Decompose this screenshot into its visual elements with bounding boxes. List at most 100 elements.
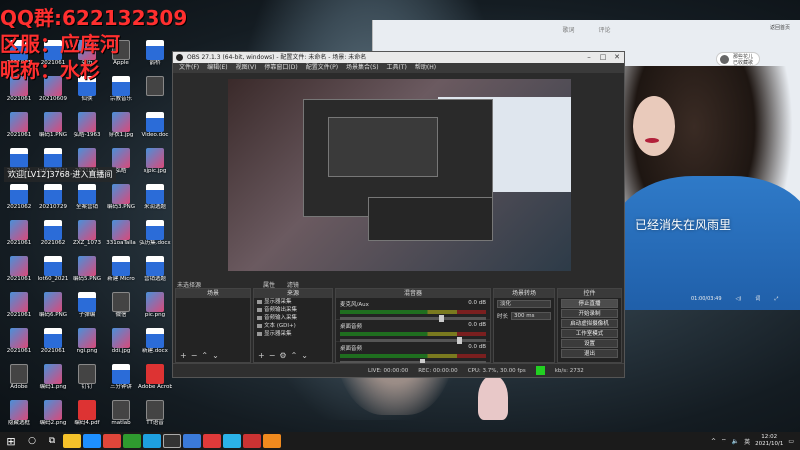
- desktop-icon[interactable]: ZXZ_1073: [70, 220, 104, 247]
- notification-icon[interactable]: ▭: [788, 438, 794, 445]
- source-item[interactable]: 文本 (GDI+): [254, 322, 332, 330]
- volume-slider[interactable]: [340, 315, 486, 322]
- sources-dock-buttons[interactable]: +−⚙⌃⌄: [258, 351, 312, 360]
- control-button[interactable]: 开始录制: [561, 309, 618, 318]
- word-icon[interactable]: [183, 434, 201, 448]
- desktop-icon[interactable]: 2021061: [2, 292, 36, 319]
- volume-slider[interactable]: [340, 337, 486, 344]
- control-button[interactable]: 退出: [561, 349, 618, 358]
- music-home-link[interactable]: 返回首页: [770, 24, 790, 31]
- source-item[interactable]: 音频输入采集: [254, 314, 332, 322]
- desktop-icon[interactable]: 2021061: [2, 328, 36, 355]
- source-item[interactable]: 显示器采集: [254, 298, 332, 306]
- fullscreen-icon[interactable]: ⤢: [774, 296, 778, 302]
- desktop-icon[interactable]: 弘历集.docx: [138, 220, 172, 247]
- sources-list[interactable]: 显示器采集 音频输出采集 音频输入采集 文本 (GDI+) 显示器采集: [254, 298, 332, 338]
- desktop-icon[interactable]: Adobe Acrobat DC: [138, 364, 172, 391]
- desktop-icon[interactable]: 米润选题: [138, 184, 172, 211]
- dingtalk-icon[interactable]: [223, 434, 241, 448]
- transition-duration-row[interactable]: 时长 300 ms: [494, 310, 554, 322]
- edge-icon[interactable]: [83, 434, 101, 448]
- obs-window[interactable]: OBS 27.1.3 (64-bit, windows) - 配置文件: 未命名…: [172, 51, 625, 378]
- menu-item[interactable]: 帮助(H): [415, 63, 436, 73]
- menu-item[interactable]: 场景集合(S): [346, 63, 379, 73]
- obs-taskbar-icon[interactable]: [163, 434, 181, 448]
- desktop-icon[interactable]: 2021062: [36, 220, 70, 247]
- tab-comments[interactable]: 评论: [599, 20, 611, 42]
- qq-icon[interactable]: [143, 434, 161, 448]
- lyric-toggle-icon[interactable]: 词: [755, 295, 760, 302]
- sources-dock[interactable]: 来源 显示器采集 音频输出采集 音频输入采集 文本 (GDI+) 显示器采集 +−⚙⌃⌄: [253, 288, 333, 363]
- desktop-icon[interactable]: 编码2.png: [36, 400, 70, 427]
- desktop-icon[interactable]: 微信: [104, 292, 138, 319]
- desktop-icon[interactable]: 子弹编: [70, 292, 104, 319]
- menu-item[interactable]: 配置文件(P): [306, 63, 338, 73]
- wechat-icon[interactable]: [123, 434, 141, 448]
- mixer-track[interactable]: 桌面音频 0.0 dB: [336, 320, 490, 344]
- mixer-track[interactable]: 麦克风/Aux 0.0 dB: [336, 298, 490, 322]
- source-item[interactable]: 显示器采集: [254, 330, 332, 338]
- file-explorer-icon[interactable]: [63, 434, 81, 448]
- desktop-icon[interactable]: 编码1.PNG: [36, 112, 70, 139]
- desktop-icon[interactable]: 2021061: [36, 328, 70, 355]
- scenes-dock[interactable]: 场景 +−⌃⌄: [175, 288, 251, 363]
- desktop-icon[interactable]: 弘皓-1963: [70, 112, 104, 139]
- menu-item[interactable]: 停靠窗口(D): [264, 63, 297, 73]
- music-app-icon[interactable]: [203, 434, 221, 448]
- scenes-dock-buttons[interactable]: +−⌃⌄: [180, 351, 223, 360]
- clock[interactable]: 12:02 2021/10/1: [755, 434, 783, 448]
- volume-tray-icon[interactable]: 🔈: [732, 438, 739, 445]
- mixer-dock[interactable]: 混音器 麦克风/Aux 0.0 dB 桌面音频 0.0 dB 桌面音频 0.0 dB: [335, 288, 491, 366]
- search-icon[interactable]: ○: [22, 436, 42, 446]
- acrobat-icon[interactable]: [243, 434, 261, 448]
- desktop-icon[interactable]: 新建.docx: [138, 328, 172, 355]
- desktop-icon[interactable]: Video.doc: [138, 112, 172, 139]
- volume-slider-knob[interactable]: [439, 315, 445, 322]
- obs-preview[interactable]: [228, 79, 571, 271]
- desktop-icon[interactable]: 编码4.pdf: [70, 400, 104, 427]
- close-icon[interactable]: ✕: [610, 52, 624, 63]
- desktop-icon[interactable]: 编码3.PNG: [104, 184, 138, 211]
- menu-item[interactable]: 文件(F): [179, 63, 199, 73]
- desktop-icon[interactable]: 钉钉: [70, 364, 104, 391]
- desktop-icon[interactable]: ngi.png: [70, 328, 104, 355]
- tab-lyrics[interactable]: 歌词: [562, 20, 574, 42]
- song-chip[interactable]: 那些花儿 已收藏歌曲: [716, 52, 760, 72]
- ime-indicator[interactable]: 英: [744, 437, 750, 446]
- desktop-icon[interactable]: 宗教音乐: [104, 76, 138, 103]
- desktop-icon[interactable]: 编码6.PNG: [36, 292, 70, 319]
- minimize-icon[interactable]: –: [582, 52, 596, 63]
- control-button[interactable]: 设置: [561, 339, 618, 348]
- desktop-icon[interactable]: ddi.jpg: [104, 328, 138, 355]
- task-view-icon[interactable]: ⧉: [42, 436, 62, 446]
- desktop-icon[interactable]: Adobe: [2, 364, 36, 391]
- desktop-icon[interactable]: 编码5.PNG: [70, 256, 104, 283]
- desktop-icon[interactable]: lot60_2021: [36, 256, 70, 283]
- controls-buttons[interactable]: 停止直播 开始录制 启动虚拟摄像机 工作室模式 设置 退出: [558, 299, 621, 358]
- controls-dock[interactable]: 控件 停止直播 开始录制 启动虚拟摄像机 工作室模式 设置 退出: [557, 288, 622, 363]
- menu-item[interactable]: 编辑(E): [207, 63, 227, 73]
- desktop-icon[interactable]: 三分钟讲: [104, 364, 138, 391]
- desktop-icon[interactable]: matlab: [104, 400, 138, 427]
- desktop-icon[interactable]: 2021062: [2, 184, 36, 211]
- mixer-track[interactable]: 桌面音频 0.0 dB: [336, 342, 490, 366]
- desktop-icon[interactable]: 隐藏选框: [2, 400, 36, 427]
- menu-item[interactable]: 视图(V): [236, 63, 257, 73]
- desktop-icon[interactable]: [138, 76, 172, 96]
- desktop-icon[interactable]: 穿衣1.jpg: [104, 112, 138, 139]
- desktop-icon[interactable]: 营销选题: [138, 256, 172, 283]
- source-item[interactable]: 音频输出采集: [254, 306, 332, 314]
- desktop-icon[interactable]: 全案营销: [70, 184, 104, 211]
- obs-titlebar[interactable]: OBS 27.1.3 (64-bit, windows) - 配置文件: 未命名…: [173, 52, 624, 63]
- desktop-icon[interactable]: pic.png: [138, 292, 172, 319]
- matlab-icon[interactable]: [263, 434, 281, 448]
- chrome-icon[interactable]: [103, 434, 121, 448]
- desktop-icon[interactable]: 20210729: [36, 184, 70, 211]
- network-icon[interactable]: ⌔: [721, 437, 727, 445]
- duration-input[interactable]: 300 ms: [511, 312, 551, 320]
- desktop-icon[interactable]: 331oaTalla: [104, 220, 138, 247]
- desktop-icon[interactable]: 新建 Micro: [104, 256, 138, 283]
- control-button[interactable]: 工作室模式: [561, 329, 618, 338]
- volume-slider-knob[interactable]: [456, 337, 462, 344]
- maximize-icon[interactable]: □: [596, 52, 610, 63]
